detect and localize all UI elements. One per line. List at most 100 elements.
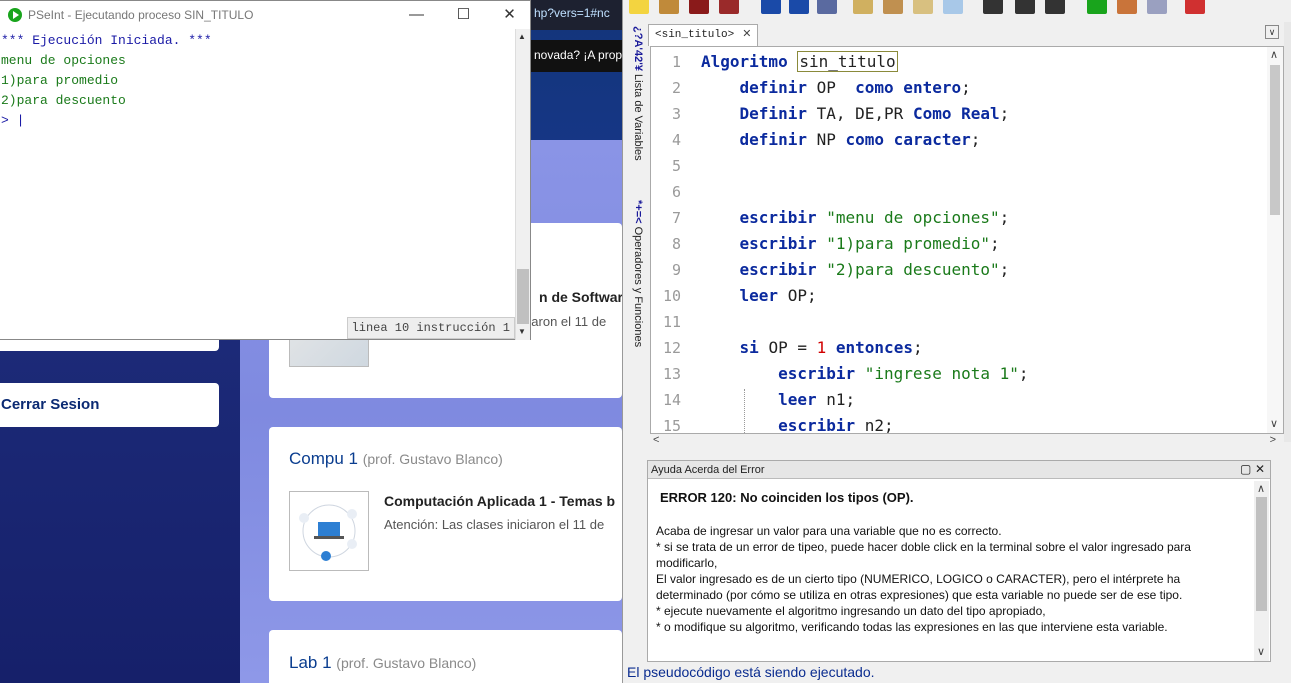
right-panel-strip[interactable] [1284,22,1291,442]
keyword: si [739,338,759,357]
terminal-output[interactable]: *** Ejecución Iniciada. *** menu de opci… [0,31,516,339]
logout-button[interactable]: Cerrar Sesion [0,383,219,427]
new-file-icon[interactable] [629,0,649,14]
browser-url-fragment[interactable]: hp?vers=1#nc [530,0,622,30]
open-file-icon[interactable] [659,0,679,14]
scroll-up-icon[interactable]: ▲ [518,32,526,41]
code-line: 10 leer OP; [651,283,1251,309]
close-icon[interactable]: ✕ [487,3,532,27]
save-as-icon[interactable] [719,0,739,14]
punct: ; [999,208,1010,227]
find-icon[interactable] [943,0,963,14]
terminal-title: PSeInt - Ejecutando proceso SIN_TITULO [28,8,254,22]
help-scrollbar[interactable]: ∧ ∨ [1254,481,1269,661]
code-line: 1 Algoritmo sin_titulo [651,49,1251,75]
scroll-down-icon[interactable]: ▼ [518,327,526,336]
course-prof: (prof. Gustavo Blanco) [336,655,477,671]
undo-icon[interactable] [761,0,781,14]
scroll-up-icon[interactable]: ∧ [1270,48,1278,61]
line-number: 14 [662,391,681,409]
code-line: 5 [651,153,1251,179]
algorithm-name[interactable]: sin_titulo [797,51,898,72]
step-icon[interactable] [1117,0,1137,14]
code-vertical-scrollbar[interactable]: ∧ ∨ [1267,47,1283,433]
side-panel-tabs: ¿?A'42'¥ Lista de Variables *+=< Operado… [623,22,645,372]
line-number: 1 [671,53,681,71]
code-line: 15 escribir n2; [651,413,1251,434]
help-line: Acaba de ingresar un valor para una vari… [656,524,1002,538]
document-tab[interactable]: <sin_titulo> ✕ [648,24,759,46]
maximize-panel-icon[interactable]: ▢ [1240,462,1252,476]
punct: ; [961,78,971,97]
line-number: 6 [671,183,681,201]
help-line: * ejecute nuevamente el algoritmo ingres… [656,604,1046,618]
code-line: 9 escribir "2)para descuento"; [651,257,1251,283]
run-icon[interactable] [1087,0,1107,14]
find-next-icon[interactable] [1015,0,1035,14]
scroll-up-icon[interactable]: ∧ [1257,482,1265,495]
code-line: 14 leer n1; [651,387,1251,413]
variables-tab-label: Lista de Variables [632,74,644,161]
course-item-title[interactable]: n de Softwar [539,289,623,305]
course-title[interactable]: Lab 1 (prof. Gustavo Blanco) [289,653,476,673]
editor-toolbar [623,0,1291,18]
help-scroll-thumb[interactable] [1256,497,1267,611]
course-item-title[interactable]: Computación Aplicada 1 - Temas b [384,493,615,509]
tab-menu-chevron-down-icon[interactable]: ∨ [1265,25,1279,39]
flowchart-icon[interactable] [1147,0,1167,14]
cut-icon[interactable] [817,0,837,14]
punct: ; [806,286,817,305]
course-card-lab1: Lab 1 (prof. Gustavo Blanco) [269,630,622,683]
replace-icon[interactable] [1045,0,1065,14]
identifier: n1 [826,390,846,409]
terminal-scrollbar[interactable]: ▲ ▼ [515,29,530,340]
keyword: Definir [739,104,807,123]
course-thumbnail[interactable] [289,491,369,571]
close-tab-icon[interactable]: ✕ [742,29,751,41]
operators-tab-icon: *+=< [632,200,644,224]
course-prof: (prof. Gustavo Blanco) [362,451,503,467]
scroll-right-icon[interactable]: > [1270,434,1276,446]
search-icon[interactable] [983,0,1003,14]
paste-icon[interactable] [883,0,903,14]
code-line: 2 definir OP como entero; [651,75,1251,101]
terminal-input-prompt[interactable]: > | [1,111,516,131]
scroll-left-icon[interactable]: < [653,434,659,446]
redo-icon[interactable] [789,0,809,14]
scroll-down-icon[interactable]: ∨ [1257,645,1265,658]
browser-banner[interactable]: novada? ¡A propo [530,40,622,72]
operators-tab-label: Operadores y Funciones [632,226,644,348]
terminal-line: 1)para promedio [1,73,119,88]
terminal-scroll-thumb[interactable] [517,269,529,324]
indent-icon[interactable] [913,0,933,14]
help-line: * si se trata de un error de tipeo, pued… [656,540,1191,554]
code-line: 7 escribir "menu de opciones"; [651,205,1251,231]
scroll-down-icon[interactable]: ∨ [1270,417,1278,430]
terminal-line: *** Ejecución Iniciada. *** [1,33,212,48]
keyword: definir [739,130,807,149]
code-line: 11 [651,309,1251,335]
terminal-window: PSeInt - Ejecutando proceso SIN_TITULO —… [0,0,531,340]
string-literal: "2)para descuento" [826,260,1000,279]
line-number: 9 [671,261,681,279]
course-card-compu1: Compu 1 (prof. Gustavo Blanco) Computaci… [269,427,622,601]
course-title[interactable]: Compu 1 (prof. Gustavo Blanco) [289,449,503,469]
copy-icon[interactable] [853,0,873,14]
terminal-status: linea 10 instrucción 1 [346,317,515,339]
indent-guide [744,389,745,433]
keyword: escribir [739,234,817,253]
close-panel-icon[interactable]: ✕ [1255,462,1267,476]
error-help-panel: Ayuda Acerda del Error ▢ ✕ ERROR 120: No… [647,460,1271,662]
variables-tab[interactable]: ¿?A'42'¥ Lista de Variables [624,26,644,196]
operators-tab[interactable]: *+=< Operadores y Funciones [624,200,644,380]
maximize-icon[interactable]: ☐ [441,3,486,27]
code-scroll-thumb[interactable] [1270,65,1280,215]
minimize-icon[interactable]: — [394,3,439,27]
identifier: n2 [864,416,885,434]
string-literal: "ingrese nota 1" [864,364,1019,383]
code-horizontal-scrollbar[interactable]: < > [650,434,1284,450]
save-icon[interactable] [689,0,709,14]
help-icon[interactable] [1185,0,1205,14]
punct: ; [999,104,1010,123]
code-editor[interactable]: 1 Algoritmo sin_titulo 2 definir OP como … [650,46,1284,434]
